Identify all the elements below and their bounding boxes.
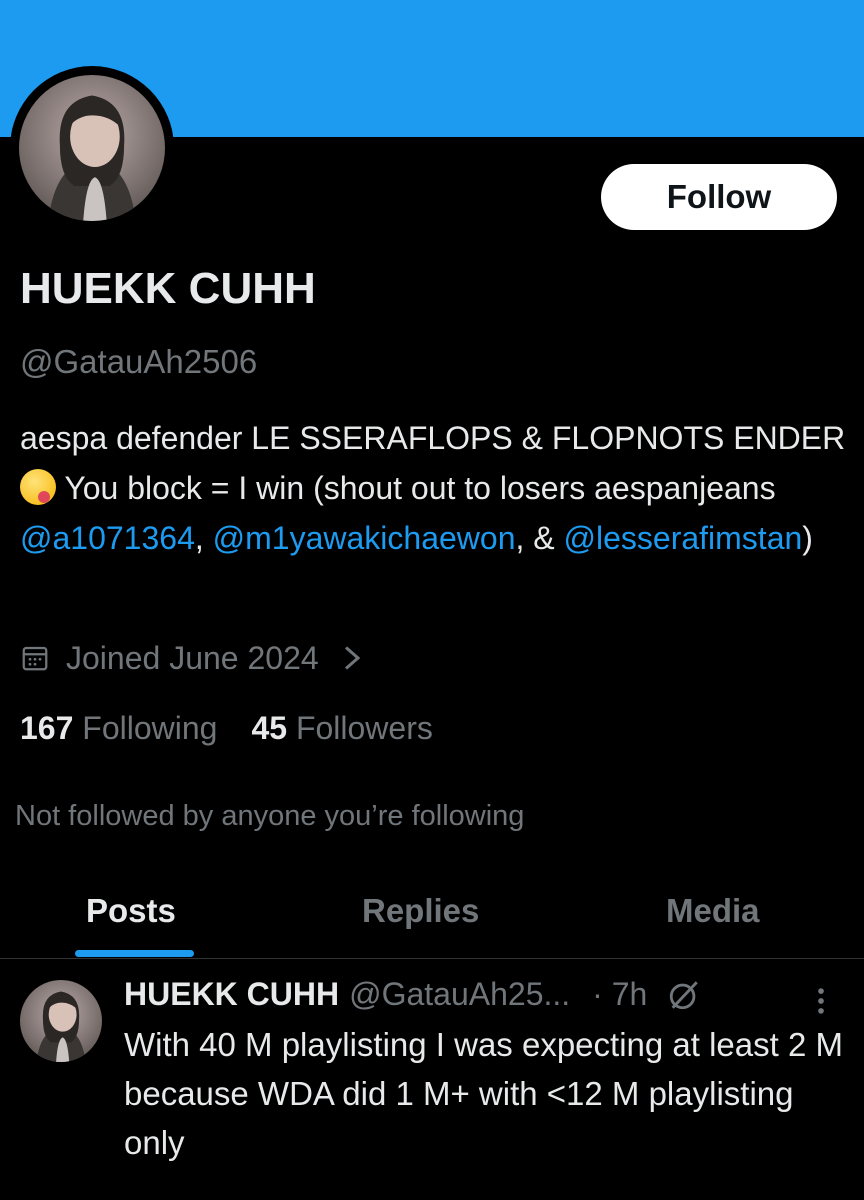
- avatar-photo: [36, 991, 86, 1062]
- chevron-right-icon: [344, 646, 360, 670]
- bio-text: ,: [194, 520, 213, 556]
- tab-media[interactable]: Media: [666, 892, 760, 930]
- followers-count: 45: [251, 710, 288, 746]
- profile-tabs: Posts Replies Media: [0, 880, 864, 959]
- tab-posts[interactable]: Posts: [86, 892, 176, 930]
- emoji-yum-icon: [20, 469, 56, 505]
- bio-mention-m1yawakichaewon[interactable]: @m1yawakichaewon: [213, 520, 516, 556]
- post-header: HUEKK CUHH @GatauAh25... · 7h: [124, 976, 701, 1013]
- profile-bio: aespa defender LE SSERAFLOPS & FLOPNOTS …: [20, 413, 850, 563]
- joined-date-row[interactable]: Joined June 2024: [20, 638, 363, 678]
- followers-label: Followers: [295, 710, 433, 746]
- bio-text: aespa defender LE SSERAFLOPS & FLOPNOTS …: [20, 420, 846, 456]
- following-label: Following: [82, 710, 218, 746]
- profile-display-name: HUEKK CUHH: [20, 264, 316, 313]
- more-icon[interactable]: [811, 984, 831, 1018]
- following-stat[interactable]: 167 Following: [20, 710, 217, 747]
- avatar-photo: [48, 95, 136, 221]
- grok-icon[interactable]: [667, 978, 701, 1012]
- tab-replies[interactable]: Replies: [362, 892, 479, 930]
- followers-stat[interactable]: 45 Followers: [251, 710, 432, 747]
- follow-stats: 167 Following 45 Followers: [20, 710, 467, 747]
- joined-date: Joined June 2024: [66, 639, 319, 676]
- bio-text: ): [802, 520, 813, 556]
- post-time[interactable]: · 7h: [592, 976, 647, 1013]
- follow-button[interactable]: Follow: [601, 164, 837, 230]
- profile-handle: @GatauAh2506: [20, 343, 258, 380]
- post-avatar[interactable]: [20, 980, 102, 1062]
- not-followed-notice: Not followed by anyone you’re following: [15, 800, 525, 832]
- post-text: With 40 M playlisting I was expecting at…: [124, 1026, 843, 1161]
- bio-text: , &: [515, 520, 564, 556]
- post-author[interactable]: HUEKK CUHH: [124, 976, 339, 1013]
- profile-avatar[interactable]: [19, 75, 165, 221]
- following-count: 167: [20, 710, 74, 746]
- post-item[interactable]: HUEKK CUHH @GatauAh25... · 7h With 40 M …: [0, 960, 864, 1200]
- calendar-icon: [22, 646, 48, 671]
- profile-avatar-ring: [10, 66, 174, 230]
- bio-mention-lesserafimstan[interactable]: @lesserafimstan: [564, 520, 803, 556]
- active-tab-indicator: [75, 950, 194, 957]
- post-handle[interactable]: @GatauAh25...: [349, 976, 570, 1013]
- bio-text: You block = I win (shout out to losers a…: [56, 470, 776, 506]
- bio-mention-a1071364[interactable]: @a1071364: [20, 520, 195, 556]
